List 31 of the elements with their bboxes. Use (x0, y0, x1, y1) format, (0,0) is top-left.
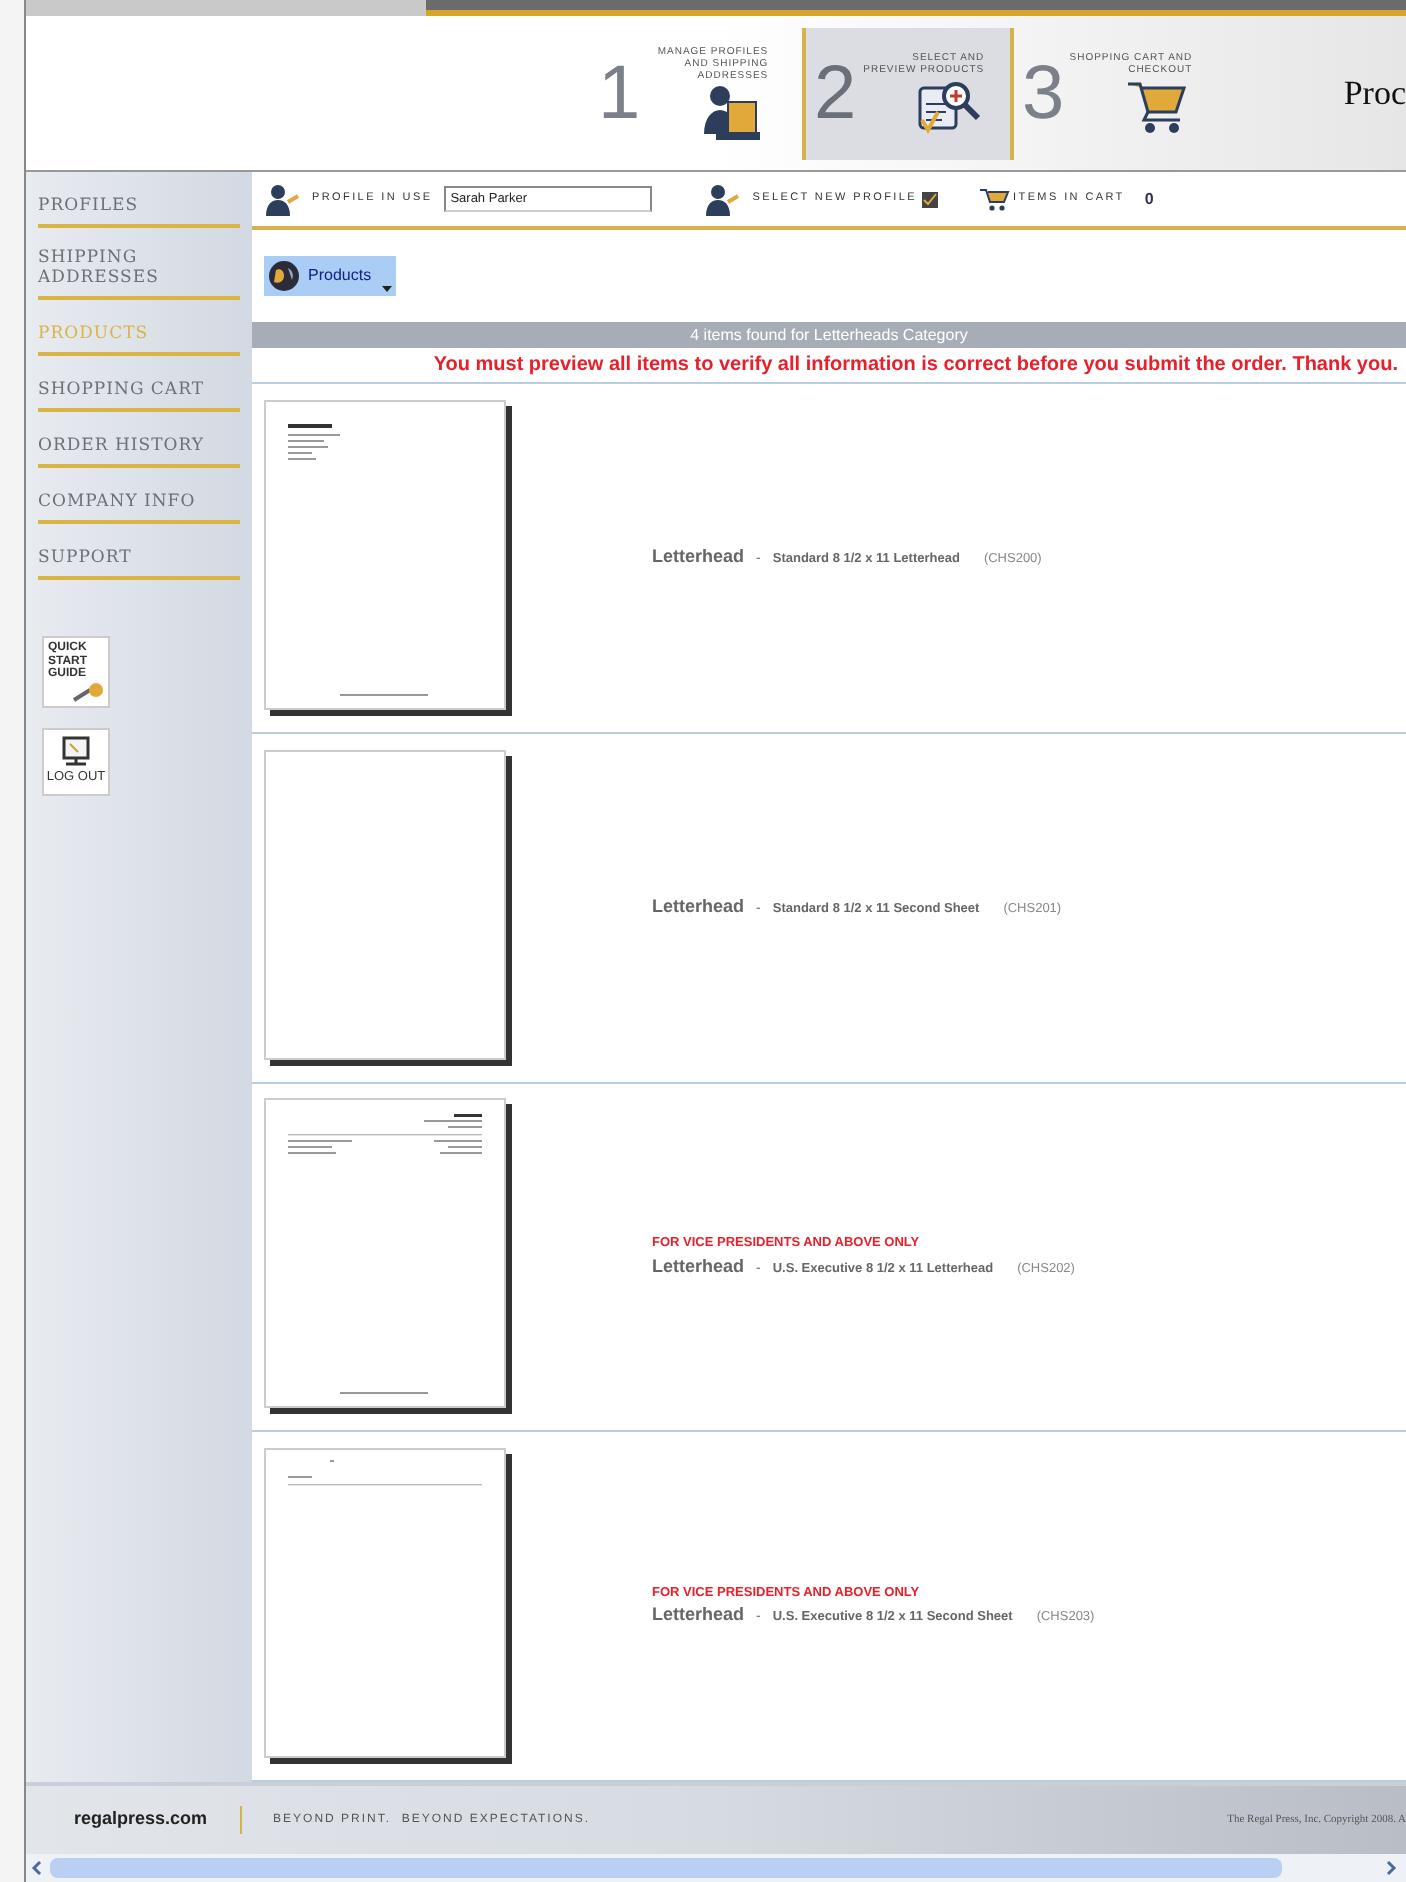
product-name[interactable]: Letterhead (652, 893, 745, 921)
key-icon (72, 681, 104, 701)
products-button[interactable]: Products (264, 256, 396, 296)
letterhead-thumbnail-drawing[interactable] (264, 399, 512, 716)
horizontal-scrollbar[interactable] (26, 1854, 1406, 1882)
person-add-icon (704, 183, 741, 215)
warning-message: You must preview all items to verify all information is correct before you submit the order. Thank you. (252, 348, 1406, 384)
dropdown-arrow-icon (381, 286, 392, 292)
checkbox-icon (921, 191, 938, 207)
sidebar-link[interactable]: SHIPPING ADDRESSES (38, 248, 240, 288)
cart-count: 0 (1144, 187, 1154, 211)
results-banner: 4 items found for Letterheads Category (252, 322, 1406, 348)
letterhead-thumbnail-drawing[interactable] (264, 749, 512, 1066)
scroll-right-icon[interactable] (1382, 1860, 1398, 1876)
sidebar-link[interactable]: COMPANY INFO (38, 492, 196, 512)
letterhead-thumbnail-drawing[interactable] (264, 1098, 512, 1415)
shopping-cart-icon (977, 186, 1010, 212)
sidebar-link[interactable]: PROFILES (38, 196, 139, 216)
letterhead-thumbnail-drawing[interactable] (264, 1448, 512, 1765)
person-pen-icon (264, 183, 300, 215)
product-name[interactable]: Letterhead (652, 544, 745, 572)
product-name[interactable]: Letterhead (652, 1253, 745, 1280)
monitor-icon (60, 736, 92, 769)
sidebar-link[interactable]: ORDER HISTORY (38, 436, 204, 456)
globe-icon (268, 260, 300, 292)
scroll-left-icon[interactable] (30, 1860, 46, 1876)
sidebar-link[interactable]: SHOPPING CART (38, 380, 204, 400)
logo-text: Proc (1343, 71, 1406, 116)
product-name[interactable]: Letterhead (652, 1602, 745, 1630)
sidebar-link[interactable]: SUPPORT (38, 548, 132, 568)
site-link[interactable]: regalpress.com (74, 1806, 208, 1834)
